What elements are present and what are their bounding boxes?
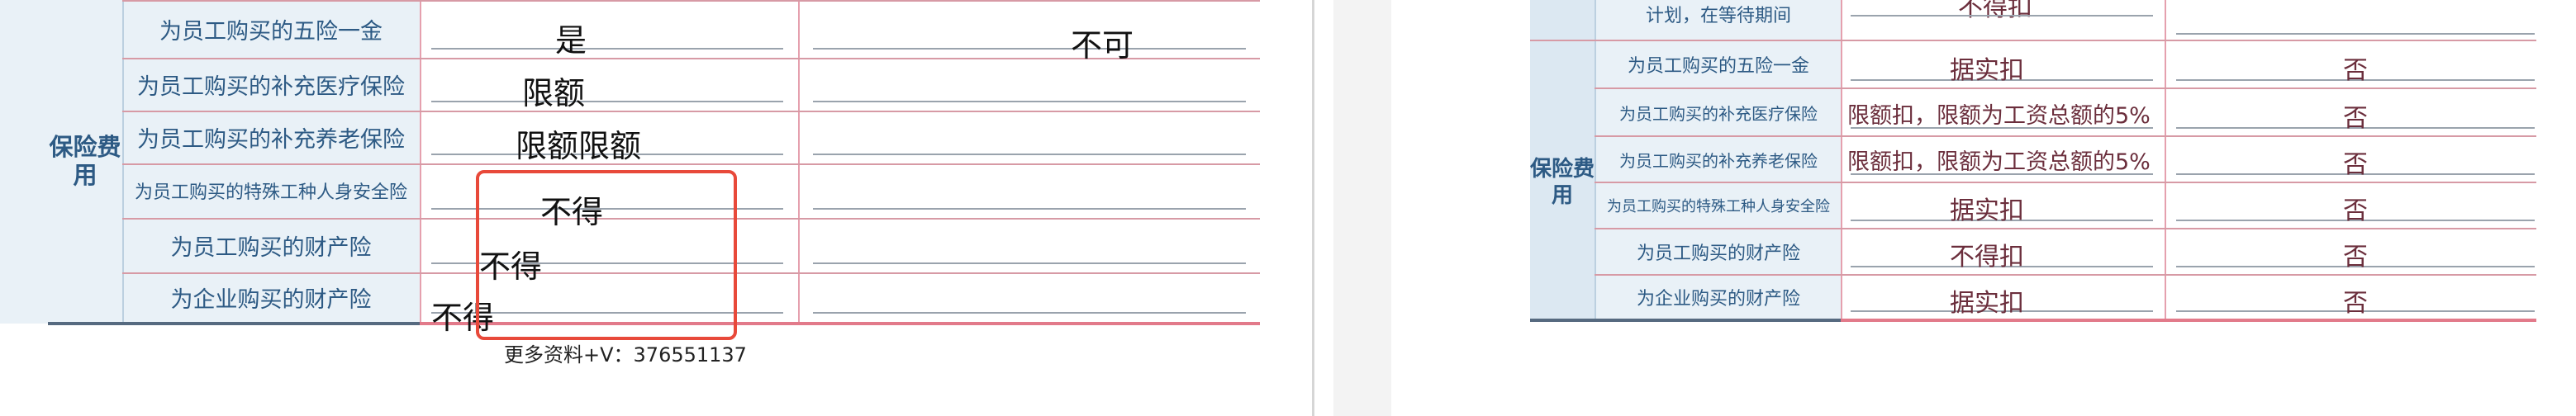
page-gutter	[1333, 0, 1391, 416]
footer-note: 更多资料+V：376551137	[504, 343, 747, 366]
handwritten-answer: 否	[2343, 150, 2368, 179]
answer-text: 限额	[522, 75, 586, 111]
answer-line	[813, 208, 1246, 210]
row-label: 计划，在等待期间	[1645, 6, 1791, 26]
answer-line	[813, 154, 1246, 155]
row-label: 为员工购买的特殊工种人身安全险	[1607, 198, 1830, 215]
divider	[798, 0, 800, 324]
row-label: 为员工购买的补充医疗保险	[137, 73, 405, 100]
answer-line	[813, 48, 1246, 50]
category-label: 保险费用	[1530, 157, 1595, 208]
handwritten-answer: 据实扣	[1950, 289, 2024, 318]
row-label: 为员工购买的财产险	[1636, 243, 1800, 264]
answer-line	[1851, 15, 2153, 17]
answer-line	[431, 101, 783, 102]
row-label: 为企业购买的财产险	[1636, 289, 1800, 310]
handwritten-answer: 否	[2343, 56, 2368, 85]
divider	[420, 0, 421, 324]
row-label: 为员工购买的补充养老保险	[137, 126, 405, 153]
handwritten-answer: 不得扣	[1950, 243, 2024, 272]
answer-line	[813, 312, 1246, 314]
handwritten-answer: 不得扣	[1958, 0, 2032, 22]
answer-line	[813, 101, 1246, 102]
handwritten-answer: 否	[2343, 289, 2368, 318]
row-label: 为员工购买的特殊工种人身安全险	[134, 182, 407, 203]
highlight-box	[476, 170, 737, 340]
panel-separator	[1312, 0, 1314, 416]
note-text: 不可	[1071, 27, 1134, 64]
row-label: 为员工购买的补充养老保险	[1619, 150, 1818, 171]
handwritten-answer: 据实扣	[1950, 196, 2024, 225]
answer-text: 是	[555, 22, 587, 59]
row-label: 为企业购买的财产险	[170, 286, 372, 313]
handwritten-answer: 否	[2343, 243, 2368, 272]
answer-line	[2176, 33, 2535, 35]
handwritten-answer: 否	[2343, 196, 2368, 225]
answer-line	[431, 48, 783, 50]
row-label: 为员工购买的补充医疗保险	[1619, 103, 1818, 124]
handwritten-answer: 限额扣，限额为工资总额的5%	[1847, 149, 2151, 175]
row-label: 为员工购买的五险一金	[159, 18, 383, 45]
handwritten-answer: 据实扣	[1950, 56, 2024, 85]
answer-line	[813, 262, 1246, 264]
table-bottom-border	[1530, 319, 1841, 322]
handwritten-answer: 限额扣，限额为工资总额的5%	[1847, 103, 2151, 129]
category-label: 保险费用	[49, 133, 121, 189]
table-bottom-border	[1841, 319, 2536, 322]
table-bottom-border	[48, 322, 420, 325]
row-label: 为员工购买的五险一金	[1627, 56, 1809, 77]
answer-text: 限额限额	[516, 128, 642, 164]
handwritten-answer: 否	[2343, 104, 2368, 133]
row-label: 为员工购买的财产险	[170, 234, 372, 261]
